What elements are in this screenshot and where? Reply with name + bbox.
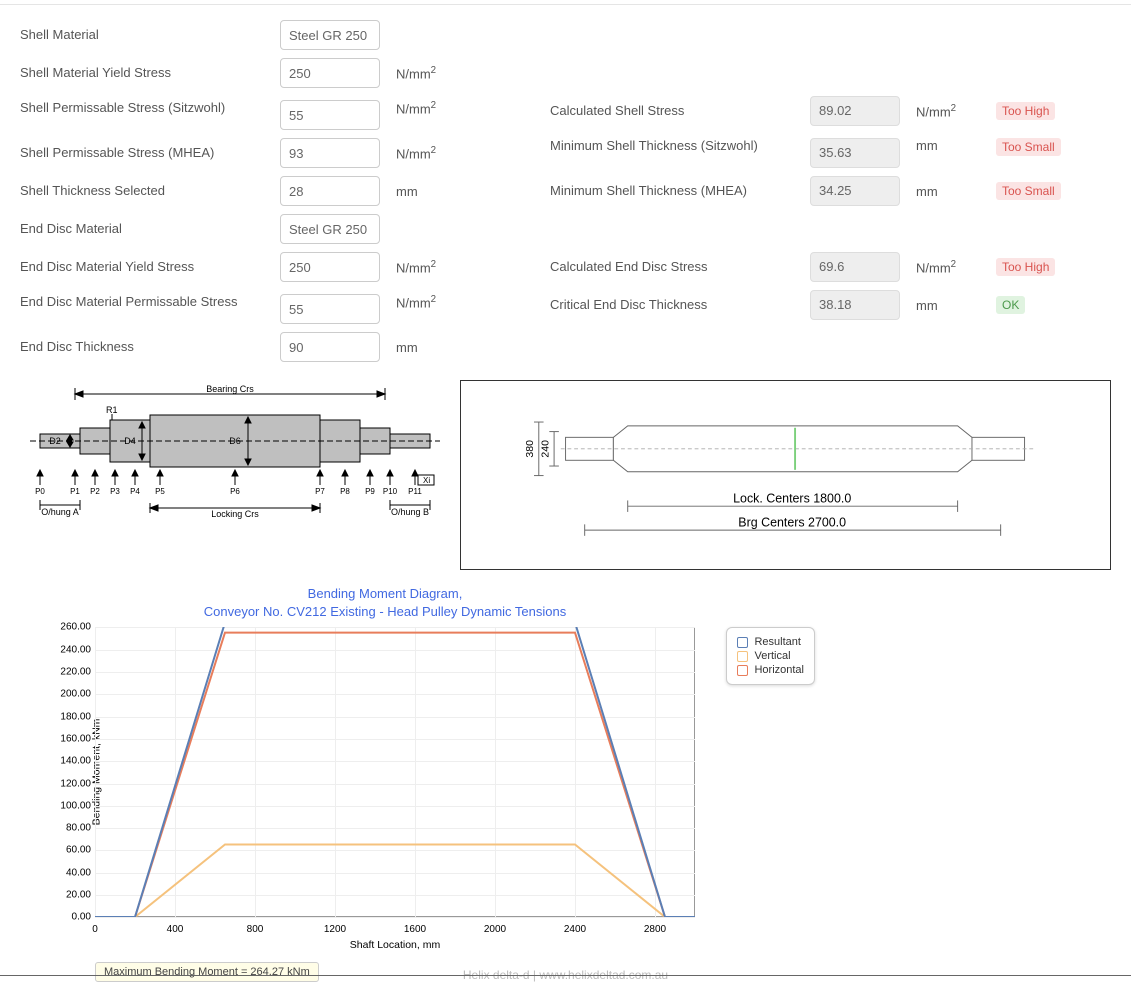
- label-shell-thick: Shell Thickness Selected: [20, 183, 280, 200]
- svg-text:Brg Centers 2700.0: Brg Centers 2700.0: [738, 515, 846, 529]
- unit-shell-perm-sitz: N/mm2: [396, 100, 456, 116]
- input-shell-yield[interactable]: [280, 58, 380, 88]
- svg-text:P1: P1: [70, 487, 80, 496]
- unit-end-yield: N/mm2: [396, 259, 456, 275]
- svg-text:P7: P7: [315, 487, 325, 496]
- svg-text:P6: P6: [230, 487, 240, 496]
- label-shell-perm-sitz: Shell Permissable Stress (Sitzwohl): [20, 100, 280, 117]
- status-min-sitz: Too Small: [996, 138, 1061, 156]
- unit-shell-yield: N/mm2: [396, 65, 456, 81]
- status-calc-shell: Too High: [996, 102, 1055, 120]
- svg-text:P0: P0: [35, 487, 45, 496]
- svg-text:380: 380: [524, 440, 536, 458]
- svg-text:P2: P2: [90, 487, 100, 496]
- svg-text:P3: P3: [110, 487, 120, 496]
- svg-text:D2: D2: [49, 436, 61, 446]
- svg-text:P11: P11: [408, 487, 422, 496]
- unit-shell-thick: mm: [396, 184, 456, 199]
- label-end-thick: End Disc Thickness: [20, 339, 280, 356]
- shaft-schematic-right: 380 240 Lock. Centers 1800.0 Brg Centers…: [460, 380, 1111, 570]
- svg-text:Xi: Xi: [423, 476, 430, 485]
- input-end-material[interactable]: [280, 214, 380, 244]
- label-shell-perm-mhea: Shell Permissable Stress (MHEA): [20, 145, 280, 162]
- svg-text:P4: P4: [130, 487, 140, 496]
- label-calc-shell: Calculated Shell Stress: [550, 103, 810, 120]
- svg-text:240: 240: [539, 440, 551, 458]
- label-end-material: End Disc Material: [20, 221, 280, 238]
- status-min-mhea: Too Small: [996, 182, 1061, 200]
- svg-text:Bearing Crs: Bearing Crs: [206, 384, 254, 394]
- label-min-sitz: Minimum Shell Thickness (Sitzwohl): [550, 138, 810, 155]
- input-shell-material[interactable]: [280, 20, 380, 50]
- svg-text:P8: P8: [340, 487, 350, 496]
- label-shell-material: Shell Material: [20, 27, 280, 44]
- svg-text:D6: D6: [229, 436, 241, 446]
- label-crit-end: Critical End Disc Thickness: [550, 297, 810, 314]
- svg-text:O/hung B: O/hung B: [391, 507, 429, 517]
- unit-shell-perm-mhea: N/mm2: [396, 145, 456, 161]
- label-shell-yield: Shell Material Yield Stress: [20, 65, 280, 82]
- max-bending-moment: Maximum Bending Moment = 264.27 kNm: [95, 962, 319, 982]
- unit-end-perm: N/mm2: [396, 294, 456, 310]
- unit-min-mhea: mm: [916, 184, 976, 199]
- svg-text:P9: P9: [365, 487, 375, 496]
- out-calc-shell: 89.02: [810, 96, 900, 126]
- input-shell-perm-sitz[interactable]: [280, 100, 380, 130]
- label-end-yield: End Disc Material Yield Stress: [20, 259, 280, 276]
- svg-text:D4: D4: [124, 436, 136, 446]
- svg-text:P5: P5: [155, 487, 165, 496]
- input-shell-perm-mhea[interactable]: [280, 138, 380, 168]
- svg-text:Locking Crs: Locking Crs: [211, 509, 259, 519]
- bending-moment-chart: Bending Moment, kNm 0.0020.0040.0060.008…: [95, 627, 695, 917]
- out-crit-end: 38.18: [810, 290, 900, 320]
- shaft-schematic-left: Bearing Crs R1 D2 D4 D6: [20, 380, 440, 520]
- unit-calc-end: N/mm2: [916, 259, 976, 275]
- chart-x-label: Shaft Location, mm: [350, 939, 440, 951]
- chart-title: Bending Moment Diagram,Conveyor No. CV21…: [35, 585, 735, 621]
- label-min-mhea: Minimum Shell Thickness (MHEA): [550, 183, 810, 200]
- svg-text:O/hung A: O/hung A: [41, 507, 79, 517]
- input-end-yield[interactable]: [280, 252, 380, 282]
- unit-min-sitz: mm: [916, 138, 976, 153]
- svg-text:R1: R1: [106, 405, 118, 415]
- unit-crit-end: mm: [916, 298, 976, 313]
- label-calc-end: Calculated End Disc Stress: [550, 259, 810, 276]
- chart-legend: Resultant Vertical Horizontal: [726, 627, 815, 685]
- svg-text:P10: P10: [383, 487, 398, 496]
- svg-text:Lock. Centers 1800.0: Lock. Centers 1800.0: [733, 491, 851, 505]
- unit-calc-shell: N/mm2: [916, 103, 976, 119]
- input-end-thick[interactable]: [280, 332, 380, 362]
- out-min-mhea: 34.25: [810, 176, 900, 206]
- unit-end-thick: mm: [396, 340, 456, 355]
- out-min-sitz: 35.63: [810, 138, 900, 168]
- input-end-perm[interactable]: [280, 294, 380, 324]
- input-shell-thick[interactable]: [280, 176, 380, 206]
- out-calc-end: 69.6: [810, 252, 900, 282]
- status-crit-end: OK: [996, 296, 1025, 314]
- status-calc-end: Too High: [996, 258, 1055, 276]
- label-end-perm: End Disc Material Permissable Stress: [20, 294, 280, 311]
